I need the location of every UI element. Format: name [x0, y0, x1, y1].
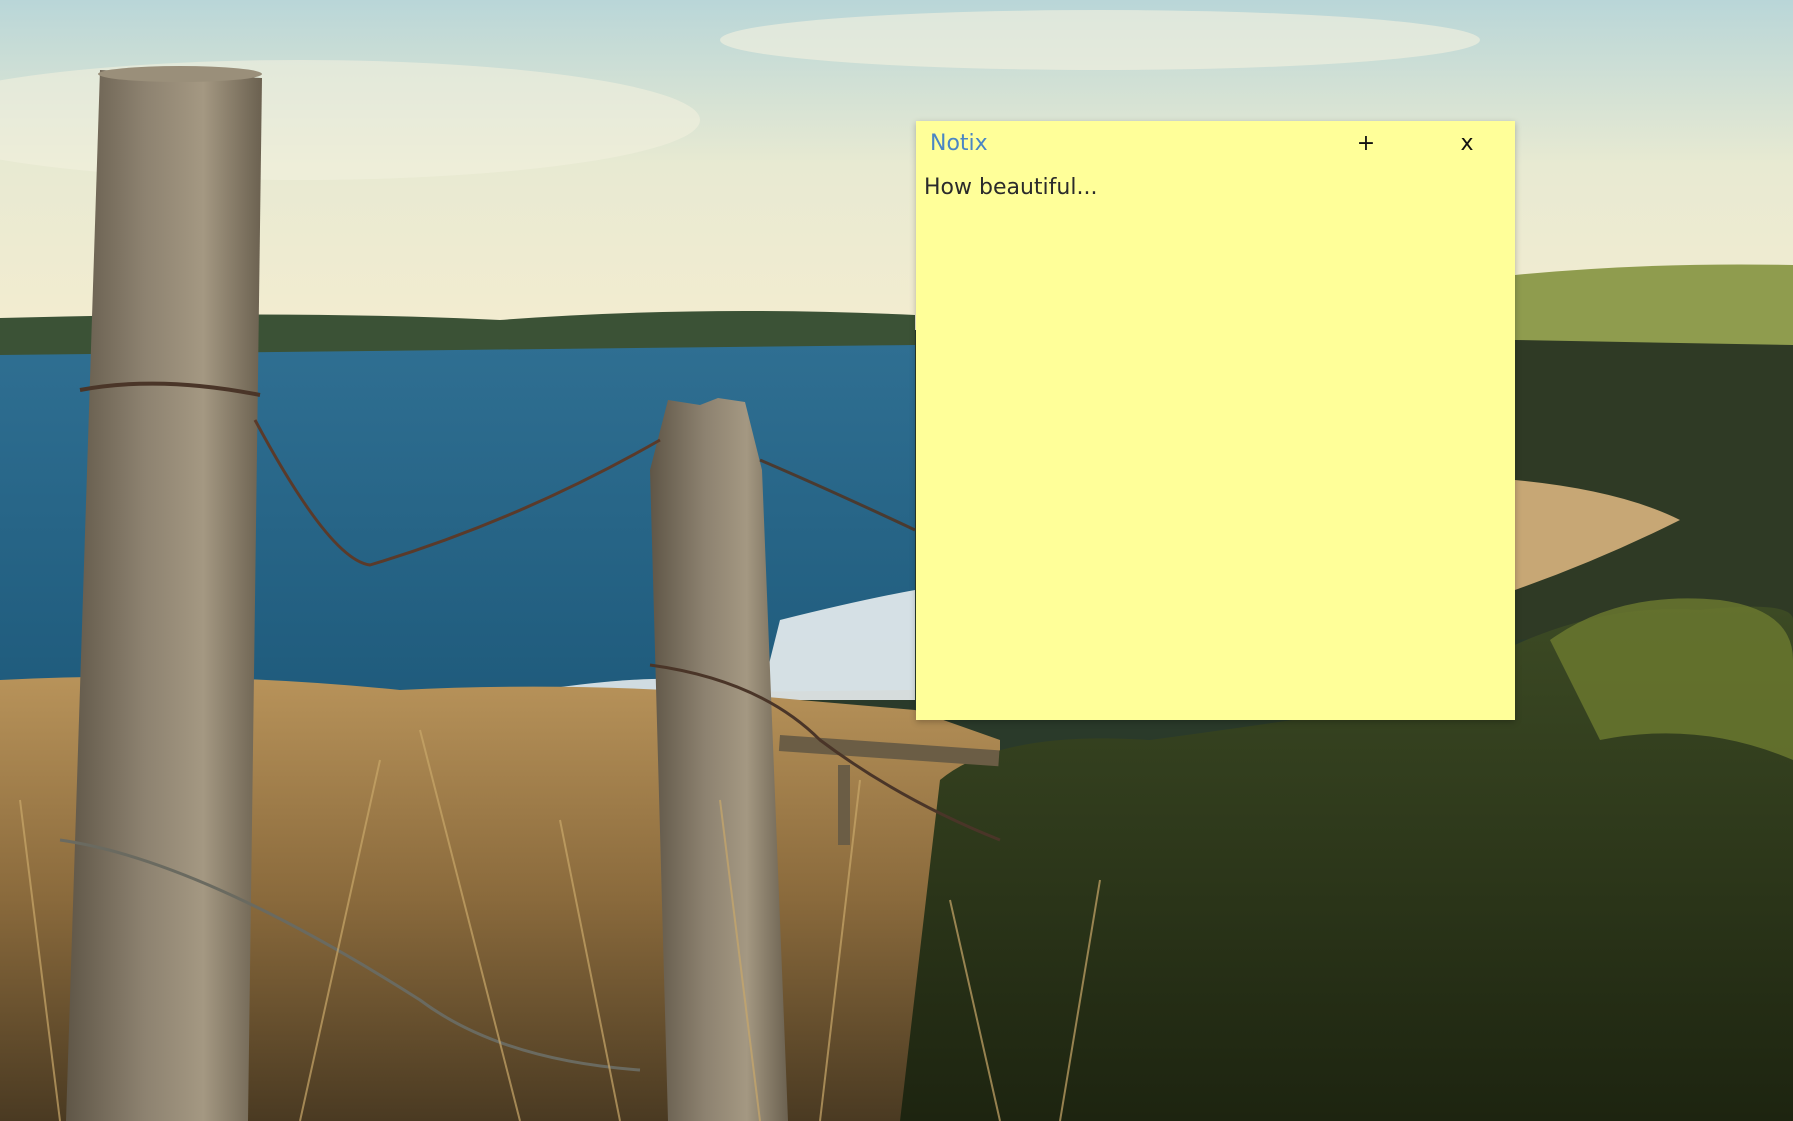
close-icon: x: [1460, 131, 1474, 156]
note-app-title: Notix: [930, 131, 988, 156]
note-titlebar[interactable]: Notix + x: [916, 121, 1515, 167]
add-note-button[interactable]: +: [1351, 129, 1381, 159]
desktop-wallpaper: [0, 0, 1793, 1121]
close-note-button[interactable]: x: [1452, 129, 1482, 159]
plus-icon: +: [1356, 131, 1376, 156]
note-text-area[interactable]: How beautiful...: [924, 175, 1507, 712]
desktop: Notix + x How beautiful...: [0, 0, 1793, 1121]
sticky-note-window: Notix + x How beautiful...: [916, 121, 1515, 720]
